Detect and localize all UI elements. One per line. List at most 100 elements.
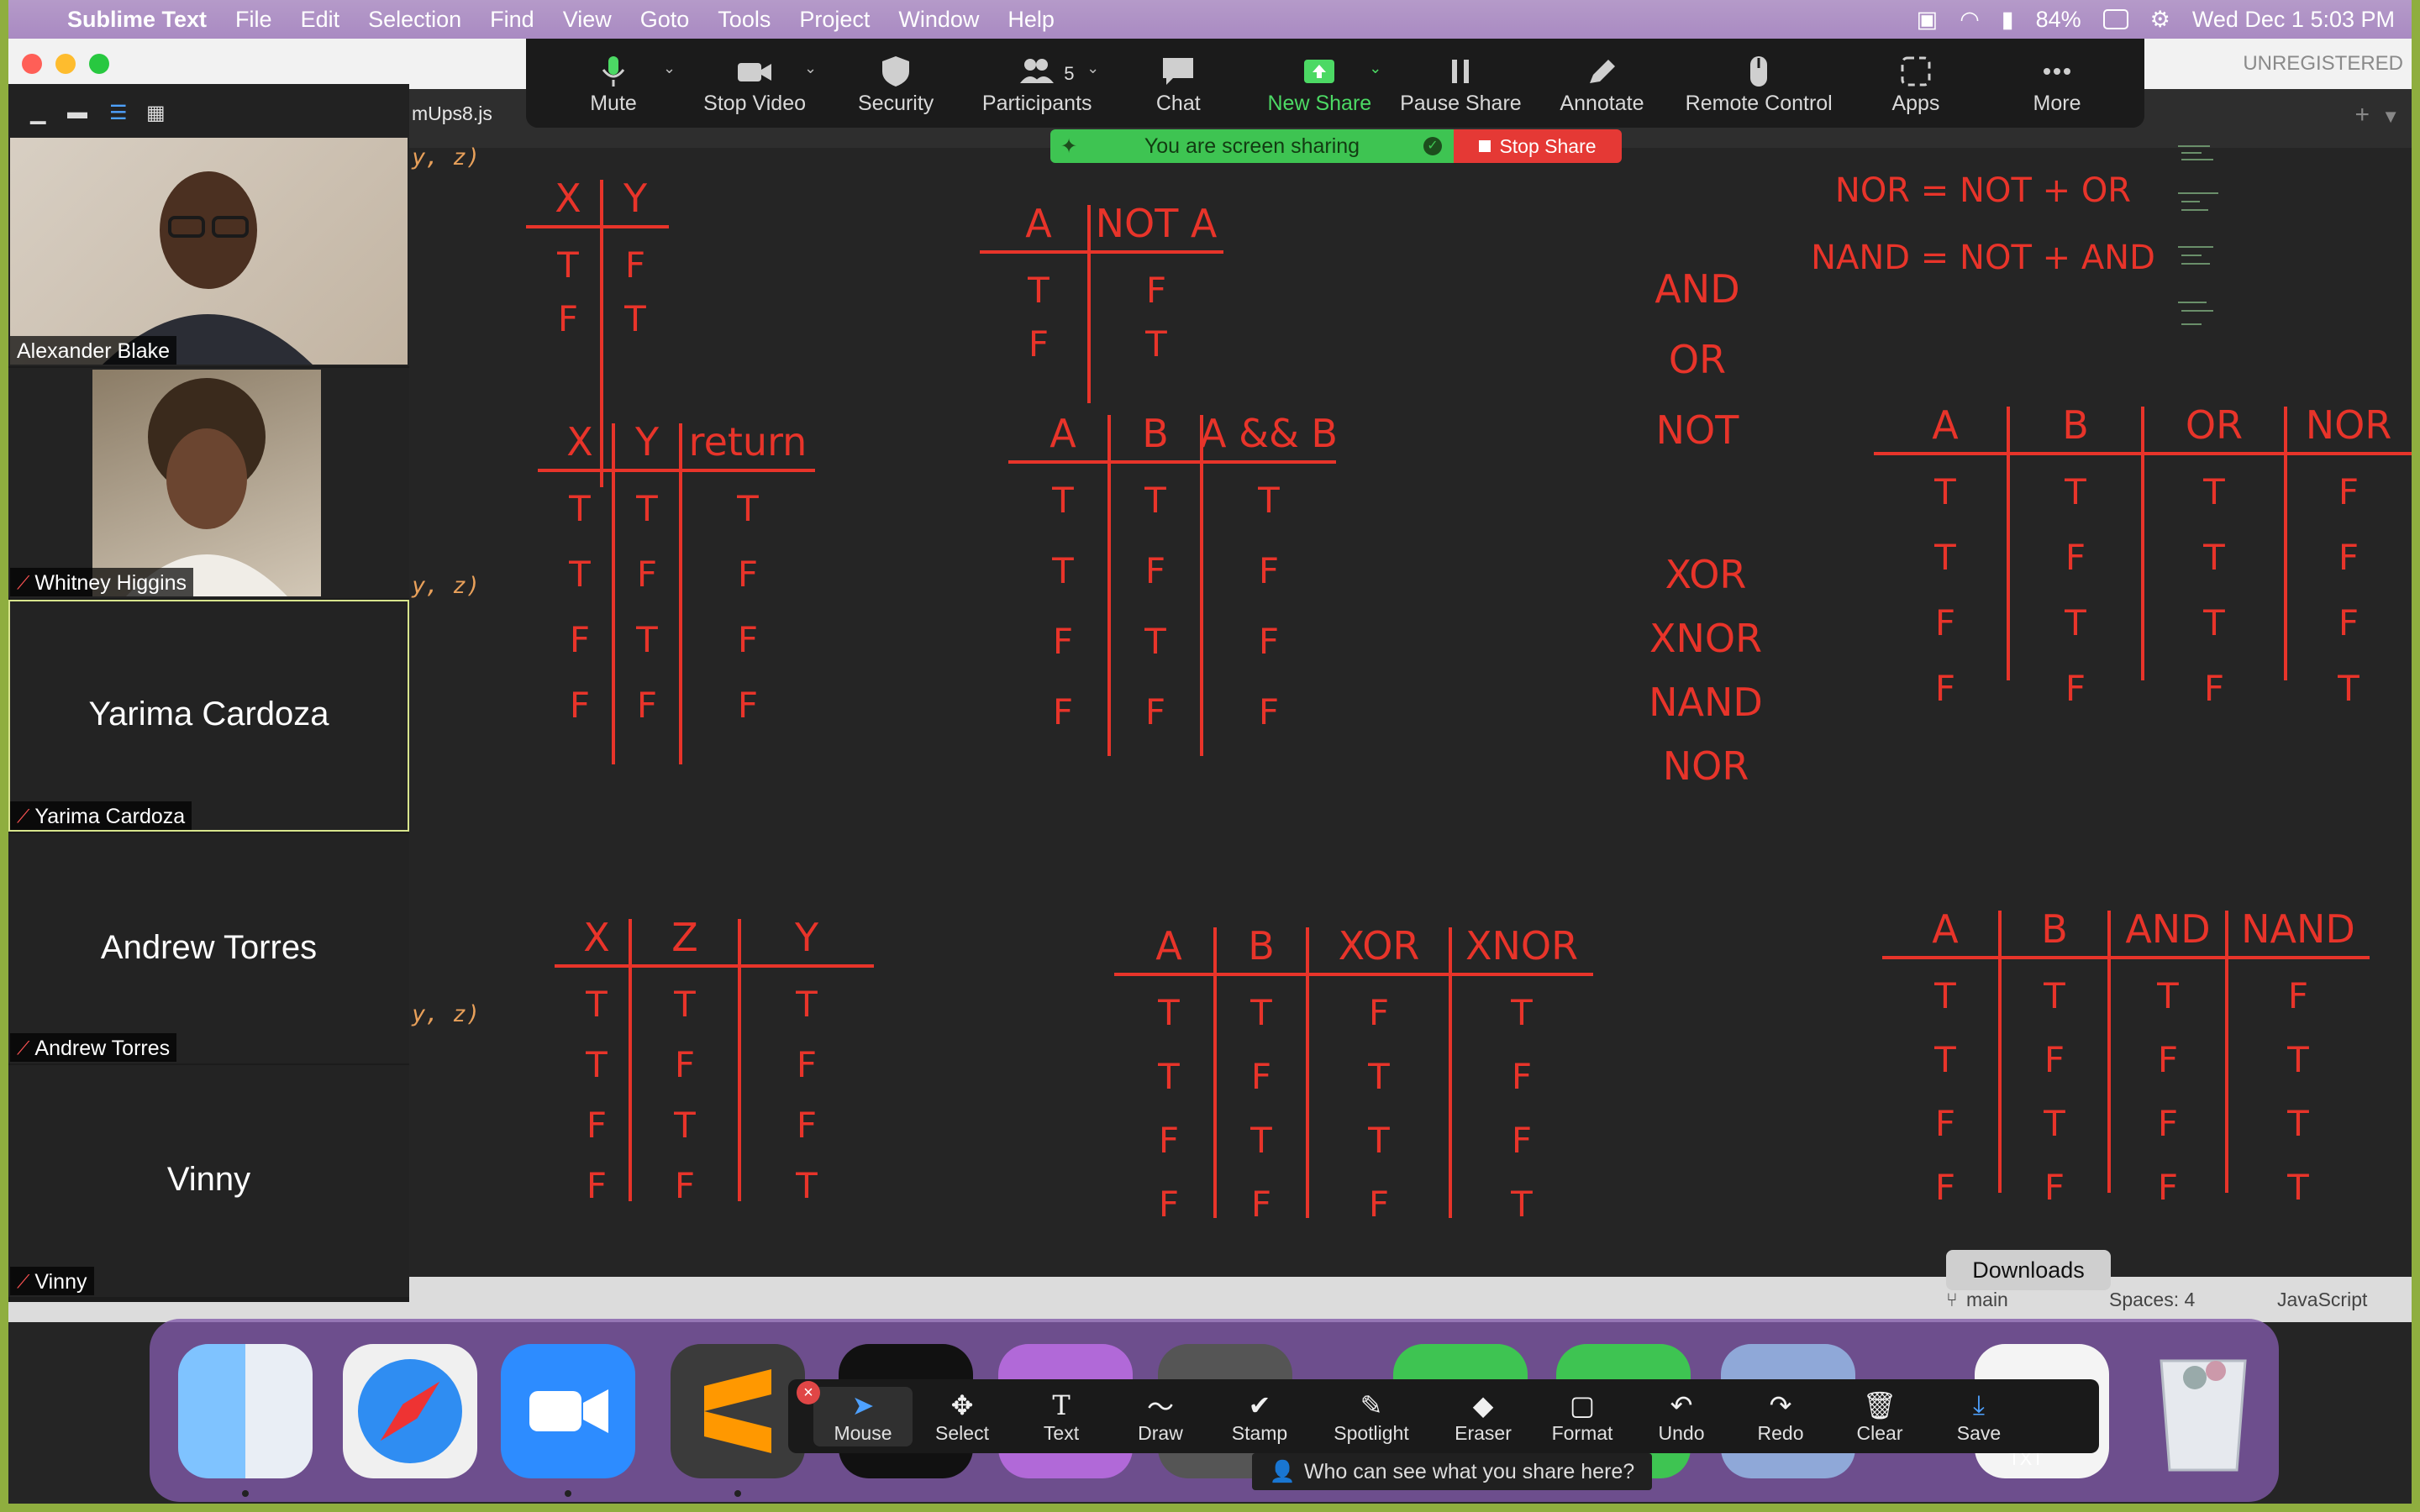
truth-table-cell: F (1028, 323, 1049, 365)
syntax-setting[interactable]: JavaScript (2277, 1289, 2367, 1311)
chevron-down-icon[interactable]: ⌄ (1086, 60, 1099, 77)
truth-table-cell: T (2064, 602, 2086, 643)
gallery-view-icon[interactable]: ▦ (146, 101, 166, 125)
truth-table-cell: T (1933, 975, 1956, 1016)
menubar-clock[interactable]: Wed Dec 1 5:03 PM (2192, 7, 2395, 33)
truth-table-cell: T (2043, 975, 2065, 1016)
code-minimap[interactable] (2176, 143, 2227, 344)
menu-edit[interactable]: Edit (301, 7, 340, 33)
chevron-down-icon[interactable]: ⌄ (663, 60, 676, 77)
menu-view[interactable]: View (563, 7, 612, 33)
menu-tools[interactable]: Tools (718, 7, 771, 33)
control-center-icon[interactable]: ⚙ (2150, 7, 2170, 33)
truth-table-cell: T (1510, 1184, 1533, 1225)
sublime-text-app-icon[interactable] (671, 1344, 805, 1478)
chat-button[interactable]: Chat (1107, 51, 1249, 116)
drag-handle-icon[interactable]: ✦ (1060, 134, 1077, 159)
truth-table-cell: T (2202, 537, 2225, 578)
mute-label: Mute (590, 91, 637, 115)
mute-button[interactable]: Mute ⌄ (543, 51, 684, 116)
minimize-panel-icon[interactable]: ▁ (30, 101, 45, 125)
clear-button[interactable]: 🗑 Clear (1830, 1389, 1929, 1445)
annotate-button[interactable]: Annotate (1531, 51, 1672, 116)
truth-table-cell: F (1259, 621, 1279, 662)
truth-table-cell: T (673, 1105, 696, 1146)
indentation-setting[interactable]: Spaces: 4 (2109, 1289, 2195, 1311)
menu-selection[interactable]: Selection (368, 7, 461, 33)
participants-button[interactable]: 5 Participants ⌄ (966, 51, 1107, 116)
close-annotation-toolbar-button[interactable]: × (797, 1381, 820, 1404)
git-branch[interactable]: main (1966, 1289, 2008, 1311)
wifi-icon[interactable]: ◠ (1960, 7, 1980, 33)
stamp-tool-button[interactable]: ✔ Stamp (1210, 1389, 1309, 1445)
save-button[interactable]: ⤓ Save (1929, 1389, 2028, 1445)
pause-share-button[interactable]: Pause Share (1390, 51, 1531, 116)
menu-project[interactable]: Project (799, 7, 870, 33)
stop-share-button[interactable]: Stop Share (1454, 129, 1622, 163)
muted-mic-icon: ⟋ (17, 572, 30, 593)
stop-video-button[interactable]: Stop Video ⌄ (684, 51, 825, 116)
chevron-down-icon[interactable]: ⌄ (804, 60, 817, 77)
hide-video-icon[interactable]: ▬ (67, 101, 87, 124)
menu-goto[interactable]: Goto (640, 7, 690, 33)
truth-table-cell: T (795, 984, 818, 1025)
zoom-app-icon[interactable] (501, 1344, 635, 1478)
truth-table-cell: T (2043, 1103, 2065, 1144)
close-window-button[interactable] (22, 54, 42, 74)
text-tool-button[interactable]: T Text (1012, 1389, 1111, 1445)
battery-percent: 84% (2035, 6, 2081, 32)
truth-table-cell: F (570, 685, 590, 726)
app-menu[interactable]: Sublime Text (67, 7, 207, 33)
minimize-window-button[interactable] (55, 54, 76, 74)
remote-control-button[interactable]: Remote Control (1673, 51, 1845, 116)
redo-button[interactable]: ↷ Redo (1731, 1389, 1830, 1445)
shield-icon (877, 51, 914, 92)
truth-table-cell: F (2338, 471, 2359, 512)
apps-button[interactable]: Apps (1845, 51, 1986, 116)
zoom-window-button[interactable] (89, 54, 109, 74)
truth-table-cell: F (1369, 1184, 1389, 1225)
participant-tile[interactable]: Andrew Torres ⟋ Andrew Torres (8, 833, 409, 1063)
mouse-tool-button[interactable]: ➤ Mouse (813, 1386, 913, 1446)
security-button[interactable]: Security (825, 51, 966, 116)
participant-tile[interactable]: ⟋ Whitney Higgins (8, 368, 409, 598)
zoom-status-icon[interactable]: ▣ (1917, 7, 1939, 33)
draw-tool-button[interactable]: 〜 Draw (1111, 1389, 1210, 1445)
truth-table-cell: F (1935, 1167, 1955, 1208)
chevron-down-icon[interactable]: ⌄ (1369, 60, 1381, 77)
menu-window[interactable]: Window (898, 7, 979, 33)
finder-app-icon[interactable] (178, 1344, 313, 1478)
select-tool-button[interactable]: ✥ Select (913, 1389, 1012, 1445)
new-tab-plus-icon[interactable]: + (2354, 101, 2370, 129)
safari-app-icon[interactable] (343, 1344, 477, 1478)
format-tool-button[interactable]: ▢ Format (1533, 1389, 1632, 1445)
menu-file[interactable]: File (235, 7, 272, 33)
user-status-icon[interactable]: ▮ (2002, 7, 2014, 33)
file-tab[interactable]: mUps8.js (412, 102, 492, 125)
tool-label: Redo (1757, 1421, 1804, 1444)
participant-tile[interactable]: Yarima Cardoza ⟋ Yarima Cardoza (8, 600, 409, 832)
more-button[interactable]: More (1986, 51, 2128, 116)
menu-help[interactable]: Help (1007, 7, 1055, 33)
screen-sharing-banner[interactable]: ✦ You are screen sharing ✓ (1050, 129, 1454, 163)
participant-tile[interactable]: Vinny ⟋ Vinny (8, 1065, 409, 1297)
new-share-button[interactable]: New Share ⌄ (1249, 51, 1390, 116)
save-icon: ⤓ (1972, 1389, 1986, 1420)
menu-find[interactable]: Find (490, 7, 534, 33)
share-visibility-link[interactable]: 👤 Who can see what you share here? (1252, 1453, 1652, 1490)
truth-table-cell: T (1257, 480, 1280, 521)
trash-icon[interactable] (2136, 1344, 2270, 1478)
muted-mic-icon: ⟋ (17, 1037, 30, 1058)
spotlight-tool-button[interactable]: ✎ Spotlight (1309, 1389, 1434, 1445)
speaker-view-icon[interactable]: ☰ (109, 101, 128, 125)
truth-table-cell: F (2044, 1167, 2065, 1208)
whiteboard-canvas[interactable]: X YT FF TA NOT AT FF TX YreturnT T TT F FF T FF F FA B A … (412, 143, 2412, 1277)
undo-button[interactable]: ↶ Undo (1632, 1389, 1731, 1445)
eraser-tool-button[interactable]: ◆ Eraser (1434, 1389, 1533, 1445)
participant-tile[interactable]: Alexander Blake (8, 136, 409, 366)
battery-icon[interactable] (2102, 9, 2128, 29)
truth-table-cell: T (2064, 471, 2086, 512)
muted-mic-icon: ⟋ (17, 806, 30, 827)
tool-label: Spotlight (1334, 1421, 1409, 1444)
tab-list-chevron-icon[interactable]: ▼ (2381, 106, 2400, 128)
